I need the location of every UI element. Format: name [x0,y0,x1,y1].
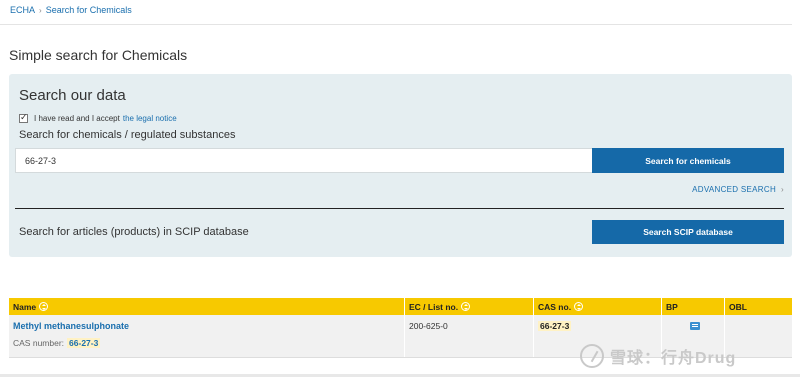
breadcrumb-item-search[interactable]: Search for Chemicals [46,5,132,15]
breadcrumb-item-echa[interactable]: ECHA [10,5,35,15]
header-divider [0,24,792,25]
advanced-search-label: ADVANCED SEARCH [692,185,777,194]
column-header-name[interactable]: Name [9,298,405,315]
column-header-bp: BP [662,298,725,315]
column-header-obl: OBL [725,298,792,315]
panel-divider [15,208,784,209]
legal-notice-checkbox[interactable] [19,112,28,123]
legal-notice-text: I have read and I accept [34,114,120,123]
cas-number: 66-27-3 [538,321,572,331]
column-header-name-label: Name [13,302,37,312]
scip-label: Search for articles (products) in SCIP d… [19,226,249,238]
sort-icon[interactable] [574,302,584,311]
cas-number-label: CAS number: [13,338,65,348]
sort-icon[interactable] [461,302,471,311]
cell-ec: 200-625-0 [405,315,534,357]
legal-notice-row: I have read and I accept the legal notic… [19,112,177,123]
watermark: 雪球：行舟Drug [580,344,736,368]
column-header-ec[interactable]: EC / List no. [405,298,534,315]
substance-name-link[interactable]: Methyl methanesulphonate [13,321,404,331]
cas-number-line: CAS number: 66-27-3 [13,338,404,348]
results-header: Name EC / List no. CAS no. BP OBL [9,298,792,315]
document-icon[interactable] [690,322,700,330]
legal-notice-link[interactable]: the legal notice [123,114,177,123]
column-header-cas-label: CAS no. [538,302,572,312]
cas-number-value: 66-27-3 [67,338,101,348]
snowball-logo-icon [580,344,604,368]
ec-number: 200-625-0 [409,321,448,331]
watermark-text: 雪球：行舟Drug [610,350,737,367]
column-header-bp-label: BP [666,302,678,312]
footer-divider [0,374,800,377]
search-chemicals-button[interactable]: Search for chemicals [592,148,784,173]
page-title: Simple search for Chemicals [9,47,188,63]
advanced-search-link[interactable]: ADVANCED SEARCH › [692,185,784,194]
breadcrumb: ECHA › Search for Chemicals [10,5,132,15]
column-header-cas[interactable]: CAS no. [534,298,662,315]
panel-title: Search our data [19,87,126,104]
column-header-ec-label: EC / List no. [409,302,459,312]
sort-icon[interactable] [39,302,49,311]
breadcrumb-separator: › [39,6,42,15]
search-input[interactable] [15,148,593,173]
column-header-obl-label: OBL [729,302,747,312]
search-scip-button[interactable]: Search SCIP database [592,220,784,244]
cell-name: Methyl methanesulphonate CAS number: 66-2… [9,315,405,357]
search-label: Search for chemicals / regulated substan… [19,129,236,141]
search-panel: Search our data I have read and I accept… [9,74,792,257]
chevron-right-icon: › [781,185,784,194]
